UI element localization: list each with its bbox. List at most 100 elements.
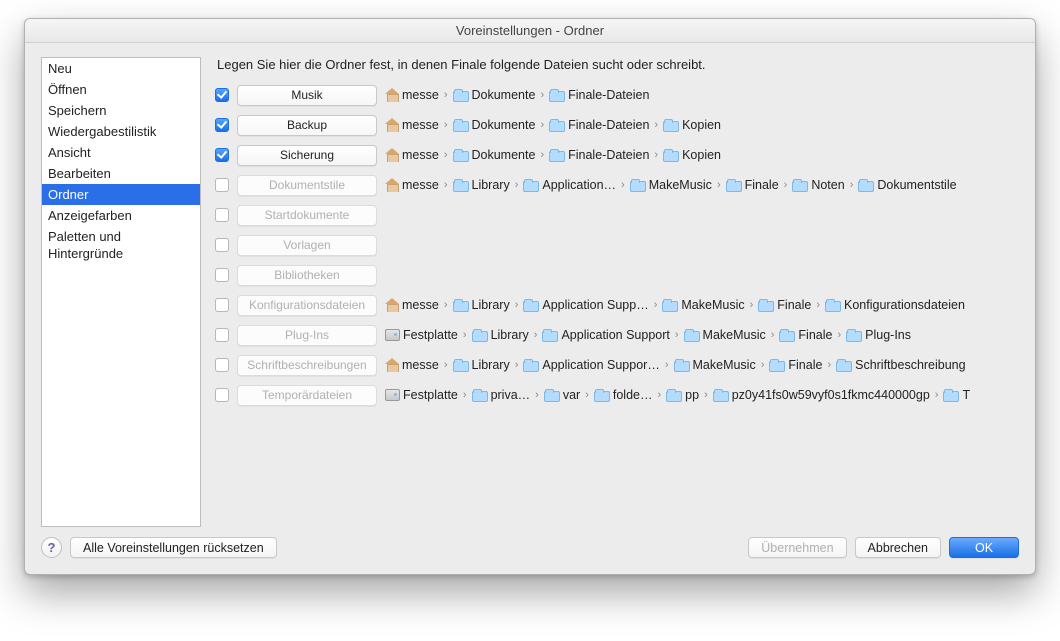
folder-icon <box>943 391 959 402</box>
sidebar-item-8[interactable]: Paletten und Hintergründe <box>42 226 200 264</box>
home-icon <box>385 148 399 162</box>
breadcrumb-label: Finale-Dateien <box>568 148 649 162</box>
breadcrumb-segment[interactable]: Dokumente <box>453 88 536 102</box>
choose-folder-button[interactable]: Vorlagen <box>237 235 377 256</box>
breadcrumb-segment[interactable]: messe <box>385 358 439 372</box>
breadcrumb-segment[interactable]: messe <box>385 148 439 162</box>
choose-folder-button[interactable]: Backup <box>237 115 377 136</box>
breadcrumb-segment[interactable]: pp <box>666 388 699 402</box>
folder-row: Plug-InsFestplatte›Library›Application S… <box>215 320 1019 350</box>
breadcrumb-segment[interactable]: var <box>544 388 580 402</box>
breadcrumb-segment[interactable]: Dokumente <box>453 118 536 132</box>
enable-checkbox[interactable] <box>215 178 229 192</box>
breadcrumb-segment[interactable]: Library <box>453 298 510 312</box>
breadcrumb-segment[interactable]: pz0y41fs0w59vyf0s1fkmc440000gp <box>713 388 930 402</box>
path-breadcrumb: messe›Library›Application…›MakeMusic›Fin… <box>385 178 957 192</box>
enable-checkbox[interactable] <box>215 208 229 222</box>
home-icon <box>385 298 399 312</box>
enable-checkbox[interactable] <box>215 118 229 132</box>
breadcrumb-segment[interactable]: Schriftbeschreibung <box>836 358 965 372</box>
breadcrumb-segment[interactable]: priva… <box>472 388 531 402</box>
chevron-right-icon: › <box>515 179 519 191</box>
sidebar-item-4[interactable]: Ansicht <box>42 142 200 163</box>
sidebar-item-2[interactable]: Speichern <box>42 100 200 121</box>
breadcrumb-segment[interactable]: Finale-Dateien <box>549 118 649 132</box>
choose-folder-button[interactable]: Startdokumente <box>237 205 377 226</box>
enable-checkbox[interactable] <box>215 148 229 162</box>
breadcrumb-segment[interactable]: Finale <box>769 358 822 372</box>
chevron-right-icon: › <box>816 299 820 311</box>
choose-folder-button[interactable]: Dokumentstile <box>237 175 377 196</box>
breadcrumb-segment[interactable]: Festplatte <box>385 388 458 402</box>
breadcrumb-segment[interactable]: Finale <box>726 178 779 192</box>
breadcrumb-segment[interactable]: Kopien <box>663 118 721 132</box>
cancel-button[interactable]: Abbrechen <box>855 537 941 558</box>
breadcrumb-segment[interactable]: Finale-Dateien <box>549 148 649 162</box>
folder-icon <box>792 181 808 192</box>
breadcrumb-segment[interactable]: Application Support <box>542 328 669 342</box>
choose-folder-button[interactable]: Bibliotheken <box>237 265 377 286</box>
breadcrumb-label: pp <box>685 388 699 402</box>
breadcrumb-segment[interactable]: Library <box>453 178 510 192</box>
help-button[interactable]: ? <box>41 537 62 558</box>
path-breadcrumb: messe›Dokumente›Finale-Dateien <box>385 88 649 102</box>
enable-checkbox[interactable] <box>215 238 229 252</box>
breadcrumb-segment[interactable]: Plug-Ins <box>846 328 911 342</box>
choose-folder-button[interactable]: Temporärdateien <box>237 385 377 406</box>
breadcrumb-segment[interactable]: Konfigurationsdateien <box>825 298 965 312</box>
breadcrumb-segment[interactable]: Library <box>453 358 510 372</box>
breadcrumb-segment[interactable]: Dokumente <box>453 148 536 162</box>
enable-checkbox[interactable] <box>215 358 229 372</box>
folder-icon <box>713 391 729 402</box>
breadcrumb-segment[interactable]: Application… <box>523 178 616 192</box>
breadcrumb-segment[interactable]: messe <box>385 178 439 192</box>
breadcrumb-segment[interactable]: Noten <box>792 178 844 192</box>
choose-folder-button[interactable]: Konfigurationsdateien <box>237 295 377 316</box>
chevron-right-icon: › <box>771 329 775 341</box>
sidebar-item-7[interactable]: Anzeigefarben <box>42 205 200 226</box>
breadcrumb-segment[interactable]: MakeMusic <box>684 328 766 342</box>
choose-folder-button[interactable]: Plug-Ins <box>237 325 377 346</box>
enable-checkbox[interactable] <box>215 328 229 342</box>
breadcrumb-segment[interactable]: Library <box>472 328 529 342</box>
breadcrumb-segment[interactable]: MakeMusic <box>662 298 744 312</box>
enable-checkbox[interactable] <box>215 88 229 102</box>
sidebar-item-3[interactable]: Wiedergabestilistik <box>42 121 200 142</box>
folder-icon <box>549 91 565 102</box>
choose-folder-button[interactable]: Musik <box>237 85 377 106</box>
sidebar-item-5[interactable]: Bearbeiten <box>42 163 200 184</box>
folder-icon <box>453 121 469 132</box>
breadcrumb-segment[interactable]: messe <box>385 298 439 312</box>
enable-checkbox[interactable] <box>215 298 229 312</box>
chevron-right-icon: › <box>444 119 448 131</box>
breadcrumb-segment[interactable]: MakeMusic <box>674 358 756 372</box>
chevron-right-icon: › <box>654 299 658 311</box>
breadcrumb-segment[interactable]: Dokumentstile <box>858 178 956 192</box>
breadcrumb-segment[interactable]: Application Supp… <box>523 298 648 312</box>
enable-checkbox[interactable] <box>215 268 229 282</box>
folder-icon <box>836 361 852 372</box>
breadcrumb-segment[interactable]: Festplatte <box>385 328 458 342</box>
breadcrumb-segment[interactable]: folde… <box>594 388 653 402</box>
breadcrumb-segment[interactable]: messe <box>385 118 439 132</box>
folder-icon <box>472 391 488 402</box>
breadcrumb-segment[interactable]: T <box>943 388 970 402</box>
breadcrumb-segment[interactable]: Kopien <box>663 148 721 162</box>
choose-folder-button[interactable]: Schriftbeschreibungen <box>237 355 377 376</box>
apply-button[interactable]: Übernehmen <box>748 537 846 558</box>
ok-button[interactable]: OK <box>949 537 1019 558</box>
choose-folder-button[interactable]: Sicherung <box>237 145 377 166</box>
folder-row: Vorlagen <box>215 230 1019 260</box>
sidebar-item-1[interactable]: Öffnen <box>42 79 200 100</box>
breadcrumb-segment[interactable]: Finale <box>779 328 832 342</box>
breadcrumb-segment[interactable]: MakeMusic <box>630 178 712 192</box>
sidebar-item-6[interactable]: Ordner <box>42 184 200 205</box>
enable-checkbox[interactable] <box>215 388 229 402</box>
breadcrumb-segment[interactable]: Application Suppor… <box>523 358 659 372</box>
folder-icon <box>544 391 560 402</box>
breadcrumb-segment[interactable]: Finale-Dateien <box>549 88 649 102</box>
breadcrumb-segment[interactable]: messe <box>385 88 439 102</box>
reset-all-button[interactable]: Alle Voreinstellungen rücksetzen <box>70 537 277 558</box>
breadcrumb-segment[interactable]: Finale <box>758 298 811 312</box>
sidebar-item-0[interactable]: Neu <box>42 58 200 79</box>
